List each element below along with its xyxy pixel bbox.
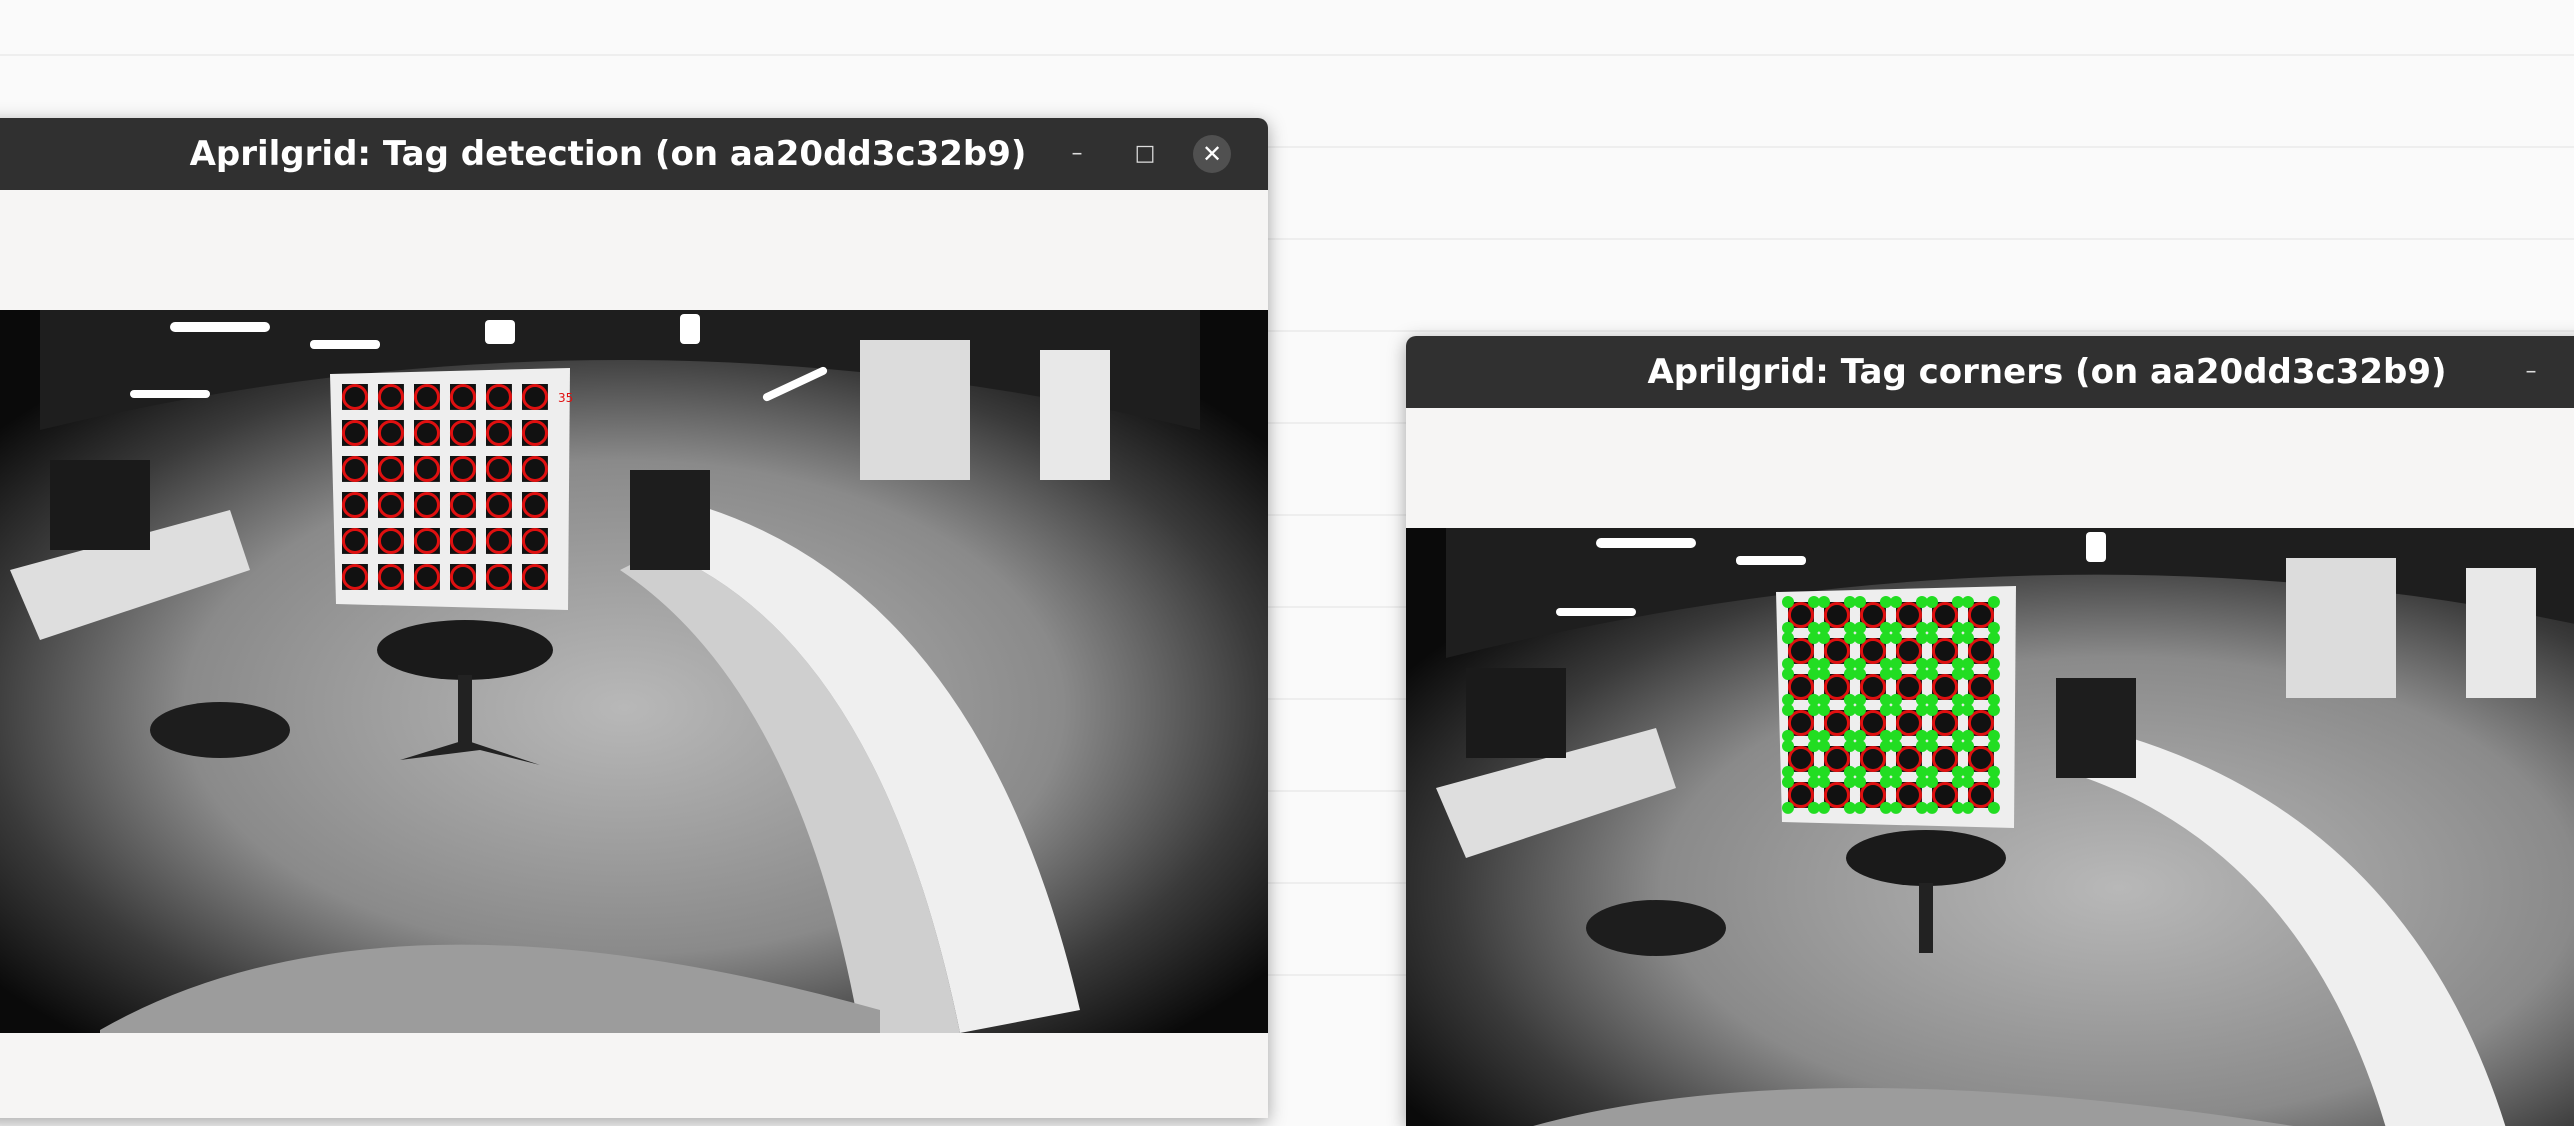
camera-frame-corners: [1406, 528, 2574, 1126]
corner-marker: [1818, 704, 1830, 716]
corner-marker: [1987, 801, 2000, 814]
corner-marker: [1926, 704, 1938, 716]
corner-marker: [1987, 740, 2000, 752]
camera-frame-detection: 35: [0, 310, 1268, 1033]
corner-marker: [1818, 668, 1830, 680]
corner-marker: [1926, 801, 1938, 814]
corner-marker: [1782, 596, 1794, 608]
tag-detection-image: 35: [0, 310, 1268, 1033]
svg-text:35: 35: [558, 391, 573, 405]
minimize-icon[interactable]: –: [2512, 353, 2550, 391]
corner-marker: [1890, 740, 1902, 752]
corner-marker: [1926, 632, 1938, 644]
corner-marker: [1818, 776, 1830, 788]
corner-marker: [1782, 668, 1794, 680]
corner-marker: [1782, 632, 1794, 644]
corner-marker: [1818, 632, 1830, 644]
corner-marker: [1782, 704, 1794, 716]
corner-marker: [1890, 632, 1902, 644]
corner-marker: [1890, 668, 1902, 680]
corner-marker: [1926, 740, 1938, 752]
window-titlebar[interactable]: Aprilgrid: Tag detection (on aa20dd3c32b…: [0, 118, 1268, 190]
close-icon[interactable]: ✕: [1193, 135, 1231, 173]
corner-marker: [1854, 776, 1866, 788]
corner-marker: [1987, 704, 2000, 716]
corner-marker: [1854, 668, 1866, 680]
corner-marker: [1818, 740, 1830, 752]
corner-marker: [1854, 801, 1866, 814]
window-title: Aprilgrid: Tag detection (on aa20dd3c32b…: [189, 134, 1027, 174]
corner-marker: [1818, 596, 1830, 608]
corner-marker: [1987, 668, 2000, 680]
corner-marker: [1987, 632, 2000, 644]
corner-marker: [1962, 632, 1974, 644]
maximize-icon[interactable]: □: [1126, 135, 1164, 173]
corner-marker: [1782, 776, 1794, 788]
minimize-icon[interactable]: –: [1058, 135, 1096, 173]
tag-corners-window[interactable]: Aprilgrid: Tag corners (on aa20dd3c32b9)…: [1406, 336, 2574, 1126]
corner-marker: [1854, 704, 1866, 716]
corner-marker: [1890, 801, 1902, 814]
corner-marker: [1926, 668, 1938, 680]
corner-marker: [1890, 704, 1902, 716]
corner-marker: [1962, 704, 1974, 716]
corner-marker: [1926, 776, 1938, 788]
corner-marker: [1854, 632, 1866, 644]
window-toolbar-area: [0, 190, 1268, 310]
corner-marker: [1782, 801, 1794, 814]
window-titlebar[interactable]: Aprilgrid: Tag corners (on aa20dd3c32b9)…: [1406, 336, 2574, 408]
corner-marker: [1962, 776, 1974, 788]
corner-marker: [1962, 740, 1974, 752]
corner-marker: [1926, 596, 1938, 608]
corner-marker: [1987, 776, 2000, 788]
corner-marker: [1962, 668, 1974, 680]
window-title: Aprilgrid: Tag corners (on aa20dd3c32b9): [1647, 352, 2447, 392]
corner-marker: [1782, 740, 1794, 752]
corner-marker: [1854, 596, 1866, 608]
corner-marker: [1890, 596, 1902, 608]
corner-marker: [1854, 740, 1866, 752]
corner-marker: [1962, 596, 1974, 608]
corner-marker: [1962, 801, 1974, 814]
tag-corners-image: [1406, 528, 2574, 1126]
tag-detection-window[interactable]: Aprilgrid: Tag detection (on aa20dd3c32b…: [0, 118, 1268, 1118]
corner-marker: [1818, 801, 1830, 814]
corner-marker: [1987, 596, 2000, 608]
corner-marker: [1890, 776, 1902, 788]
window-toolbar-area: [1406, 408, 2574, 528]
